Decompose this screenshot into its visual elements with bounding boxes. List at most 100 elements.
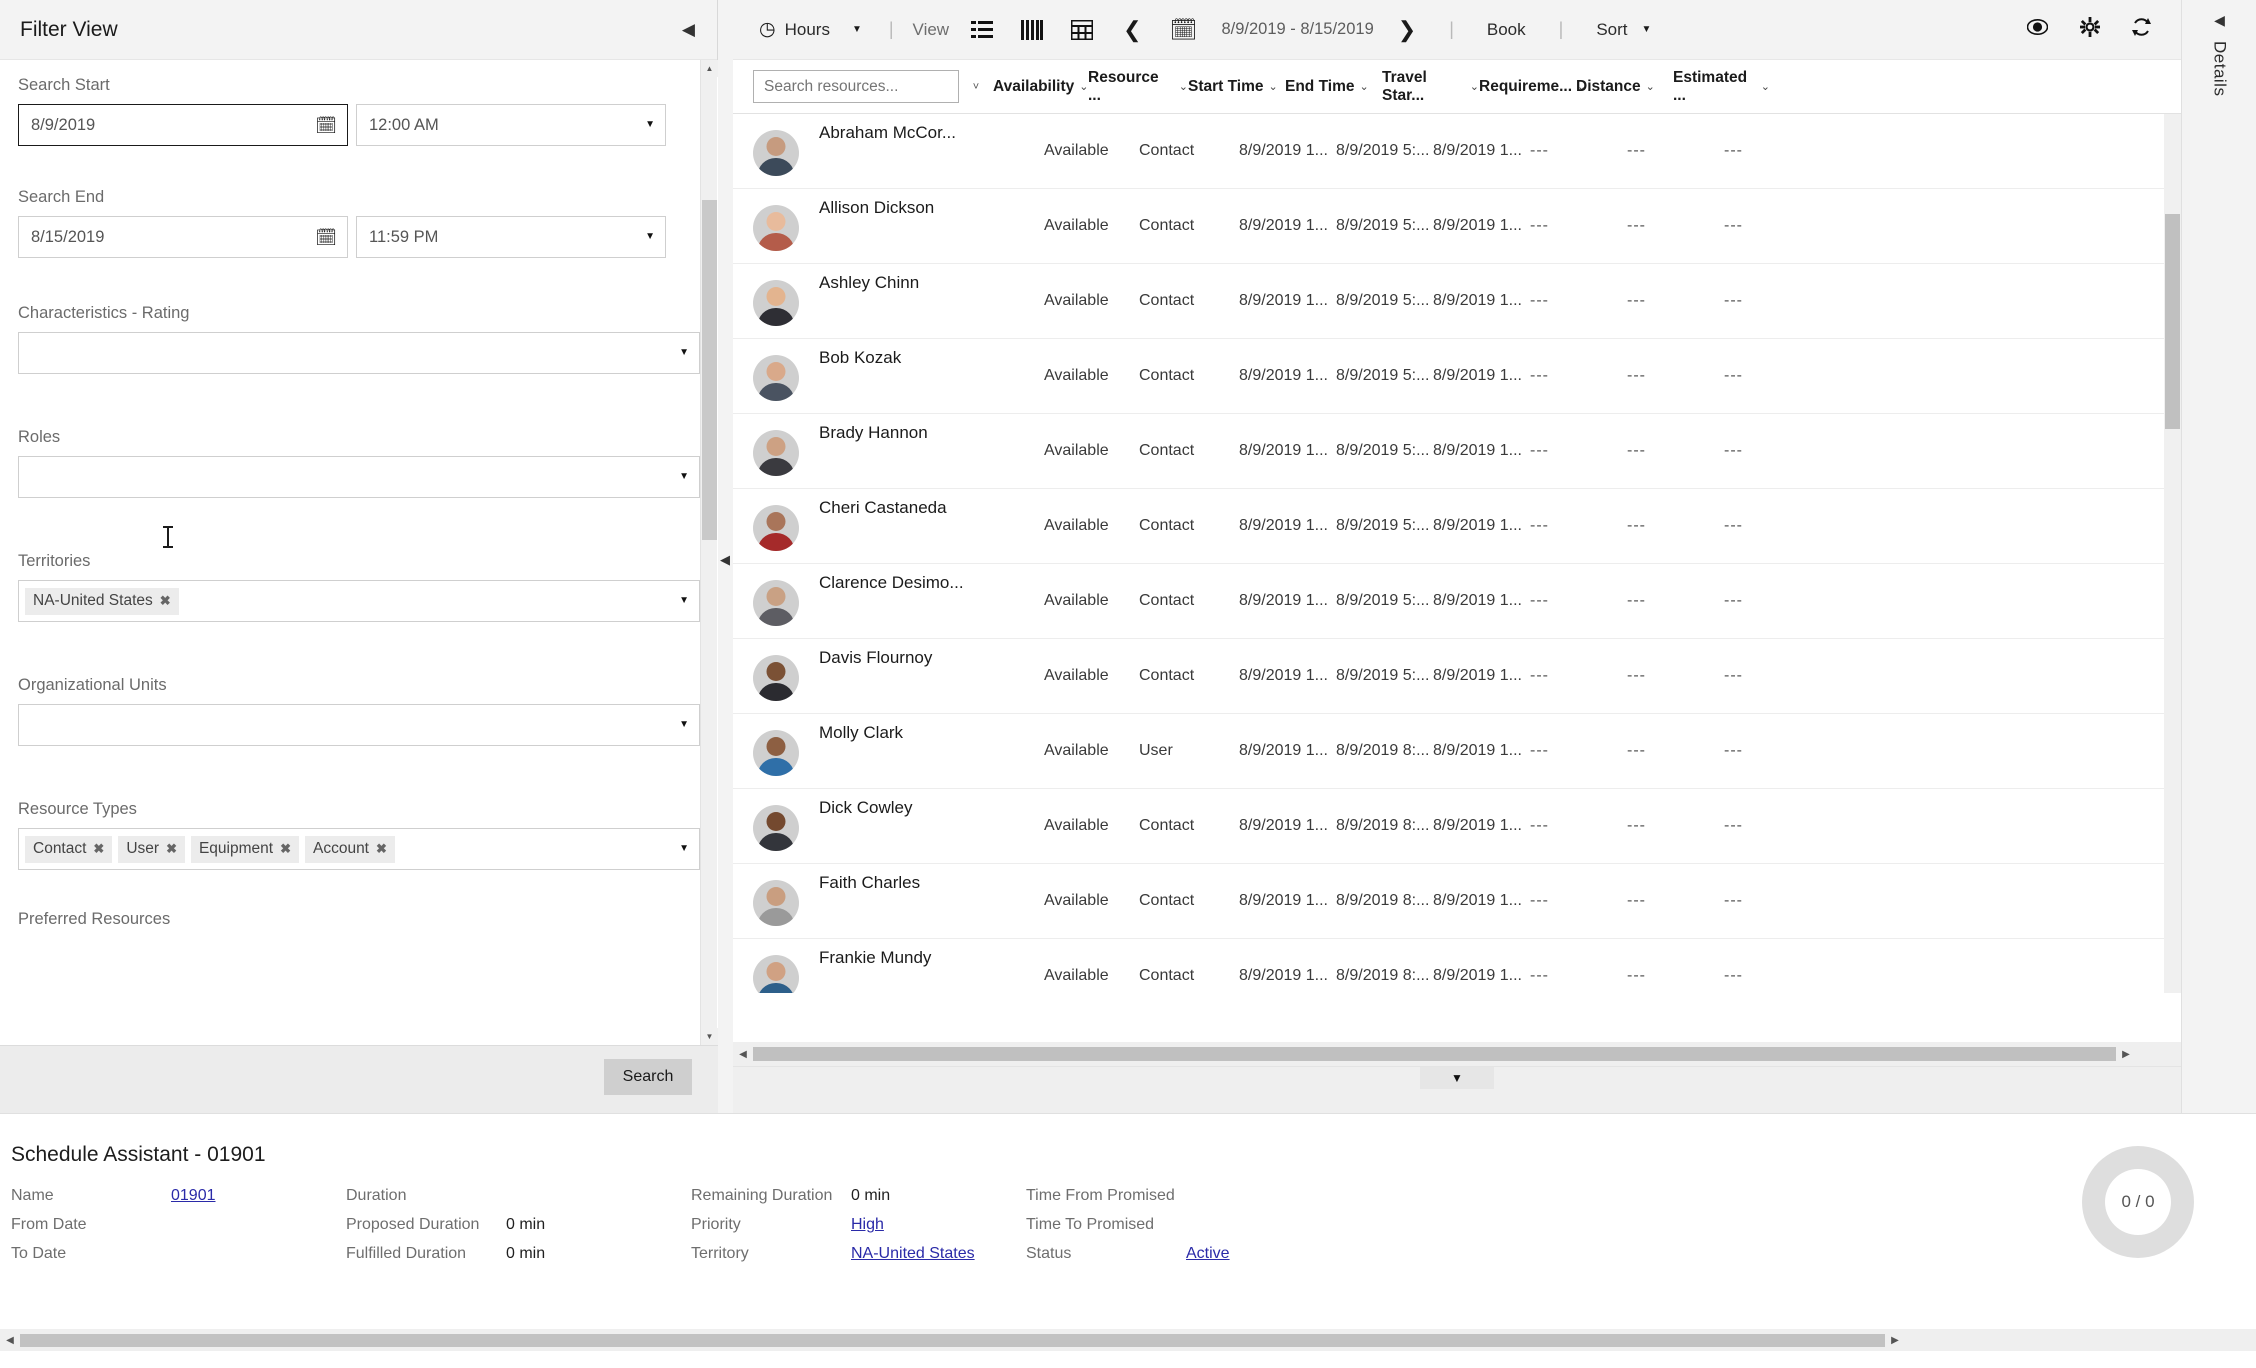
filter-scroll-thumb[interactable]	[702, 200, 717, 540]
chevron-down-icon[interactable]: ▼	[671, 844, 689, 854]
search-end-time-select[interactable]: 11:59 PM ▼	[356, 216, 666, 258]
chip[interactable]: Account ✖	[304, 835, 395, 863]
chip-remove-icon[interactable]: ✖	[93, 841, 104, 857]
scroll-down-icon[interactable]: ▼	[701, 1028, 718, 1045]
resource-name[interactable]: Faith Charles	[819, 864, 1044, 893]
scroll-right-icon[interactable]: ▶	[2116, 1049, 2136, 1060]
chevron-down-icon[interactable]: ⌄	[1761, 80, 1770, 93]
chevron-down-icon[interactable]: ▼	[671, 472, 689, 482]
chip-remove-icon[interactable]: ✖	[166, 841, 177, 857]
refresh-icon[interactable]	[2116, 17, 2167, 43]
column-view-icon[interactable]	[1019, 18, 1045, 42]
resource-name[interactable]: Brady Hannon	[819, 414, 1044, 443]
resource-types-select[interactable]: Contact ✖ User ✖ Equipment ✖ Account ✖ ▼	[18, 828, 700, 870]
scroll-left-icon[interactable]: ◀	[733, 1049, 753, 1060]
table-row[interactable]: Molly Clark Available User 8/9/2019 1... 8/9…	[733, 714, 2181, 789]
chip-remove-icon[interactable]: ✖	[376, 841, 387, 857]
column-header[interactable]: Travel Star... ⌄	[1382, 69, 1479, 105]
resource-name[interactable]: Cheri Castaneda	[819, 489, 1044, 518]
scroll-left-icon[interactable]: ◀	[0, 1335, 20, 1346]
gear-icon[interactable]	[2064, 16, 2116, 43]
chip[interactable]: Equipment ✖	[190, 835, 299, 863]
search-start-time-select[interactable]: 12:00 AM ▼	[356, 104, 666, 146]
grid-vertical-scroll-thumb[interactable]	[2165, 214, 2180, 429]
grid-horizontal-scroll-thumb[interactable]	[753, 1047, 2116, 1061]
list-view-icon[interactable]	[969, 18, 995, 42]
roles-select[interactable]: ▼	[18, 456, 700, 498]
scroll-up-icon[interactable]: ▲	[701, 60, 718, 77]
chevron-down-icon[interactable]: ▼	[671, 720, 689, 730]
table-row[interactable]: Allison Dickson Available Contact 8/9/2019 …	[733, 189, 2181, 264]
calendar-icon[interactable]: 🗓	[315, 117, 337, 134]
table-row[interactable]: Cheri Castaneda Available Contact 8/9/2019 …	[733, 489, 2181, 564]
column-header[interactable]: Start Time ⌄	[1188, 78, 1285, 96]
scroll-right-icon[interactable]: ▶	[1885, 1335, 1905, 1346]
characteristics-rating-select[interactable]: ▼	[18, 332, 700, 374]
detail-field-value[interactable]: High	[851, 1216, 884, 1234]
book-button[interactable]: Book	[1477, 9, 1536, 51]
column-header[interactable]: End Time ⌄	[1285, 78, 1382, 96]
resource-name[interactable]: Bob Kozak	[819, 339, 1044, 368]
chip[interactable]: Contact ✖	[25, 835, 113, 863]
column-header[interactable]: Resource ... ⌄	[1088, 69, 1188, 105]
search-end-date-input[interactable]: 8/15/2019 🗓	[18, 216, 348, 258]
chevron-down-icon[interactable]: ⌄	[1646, 80, 1655, 93]
collapse-board-down-icon[interactable]: ▼	[1420, 1067, 1494, 1089]
chip-remove-icon[interactable]: ✖	[160, 593, 171, 609]
resource-name[interactable]: Molly Clark	[819, 714, 1044, 743]
chevron-down-icon[interactable]: ▼	[645, 232, 655, 242]
grid-vertical-scrollbar[interactable]	[2164, 114, 2181, 993]
table-row[interactable]: Davis Flournoy Available Contact 8/9/2019 1…	[733, 639, 2181, 714]
table-row[interactable]: Brady Hannon Available Contact 8/9/2019 1..…	[733, 414, 2181, 489]
column-header[interactable]: Distance ⌄	[1576, 78, 1673, 96]
grid-horizontal-scrollbar[interactable]: ◀ ▶	[733, 1042, 2181, 1066]
resource-name[interactable]: Frankie Mundy	[819, 939, 1044, 968]
filter-panel-scrollbar[interactable]: ▲ ▼	[700, 60, 718, 1045]
chevron-down-icon[interactable]: ⌄	[1179, 80, 1188, 93]
chip[interactable]: User ✖	[118, 835, 185, 863]
next-period-button[interactable]: ❯	[1388, 9, 1426, 51]
calendar-icon[interactable]: 🗓	[315, 229, 337, 246]
table-row[interactable]: Ashley Chinn Available Contact 8/9/2019 1..…	[733, 264, 2181, 339]
detail-field-value[interactable]: Active	[1186, 1245, 1230, 1263]
chip-remove-icon[interactable]: ✖	[280, 841, 291, 857]
previous-period-button[interactable]: ❮	[1113, 9, 1151, 51]
detail-field-value[interactable]: NA-United States	[851, 1245, 975, 1263]
table-row[interactable]: Frankie Mundy Available Contact 8/9/2019 1.…	[733, 939, 2181, 993]
hours-dropdown[interactable]: ◷ Hours	[749, 9, 840, 51]
resource-name[interactable]: Allison Dickson	[819, 189, 1044, 218]
search-button[interactable]: Search	[604, 1059, 692, 1095]
territories-select[interactable]: NA-United States ✖ ▼	[18, 580, 700, 622]
calendar-picker-button[interactable]: 🗓	[1160, 9, 1208, 51]
column-header[interactable]: Estimated ... ⌄	[1673, 69, 1770, 105]
column-header[interactable]: Requireme... ⌄	[1479, 78, 1586, 96]
detail-field-value[interactable]: 01901	[171, 1187, 216, 1205]
sort-dropdown[interactable]: Sort ▼	[1586, 9, 1661, 51]
chevron-down-icon[interactable]: ▼	[645, 120, 655, 130]
table-row[interactable]: Clarence Desimo... Available Contact 8/9/20…	[733, 564, 2181, 639]
collapse-left-icon[interactable]: ◀	[682, 21, 695, 38]
chevron-down-icon[interactable]: ▼	[671, 596, 689, 606]
resource-name[interactable]: Ashley Chinn	[819, 264, 1044, 293]
column-header[interactable]: Availability ⌄	[993, 78, 1088, 96]
eye-icon[interactable]	[2011, 18, 2064, 41]
table-row[interactable]: Abraham McCor... Available Contact 8/9/2019…	[733, 114, 2181, 189]
search-resources-input[interactable]	[753, 70, 959, 103]
chip[interactable]: NA-United States ✖	[25, 587, 179, 615]
chevron-down-icon[interactable]: ⌄	[1269, 80, 1278, 93]
resource-name[interactable]: Abraham McCor...	[819, 114, 1044, 143]
bottom-panel-horizontal-scrollbar[interactable]: ◀ ▶	[0, 1329, 2256, 1351]
chevron-down-icon[interactable]: ▼	[671, 348, 689, 358]
resource-name[interactable]: Davis Flournoy	[819, 639, 1044, 668]
details-tab[interactable]: ◀ Details	[2182, 0, 2256, 170]
search-start-date-input[interactable]: 8/9/2019 🗓	[18, 104, 348, 146]
chevron-left-icon[interactable]: ◀	[2214, 12, 2225, 29]
chevron-down-icon[interactable]: ⌄	[1470, 80, 1479, 93]
organizational-units-select[interactable]: ▼	[18, 704, 700, 746]
chevron-down-icon[interactable]: ⌄	[1359, 80, 1368, 93]
resource-name[interactable]: Dick Cowley	[819, 789, 1044, 818]
resource-grid-body[interactable]: Abraham McCor... Available Contact 8/9/2019…	[733, 114, 2181, 993]
panel-splitter-handle[interactable]: ◀	[718, 540, 732, 580]
chevron-down-icon[interactable]: ▼	[852, 24, 862, 35]
table-row[interactable]: Dick Cowley Available Contact 8/9/2019 1...…	[733, 789, 2181, 864]
